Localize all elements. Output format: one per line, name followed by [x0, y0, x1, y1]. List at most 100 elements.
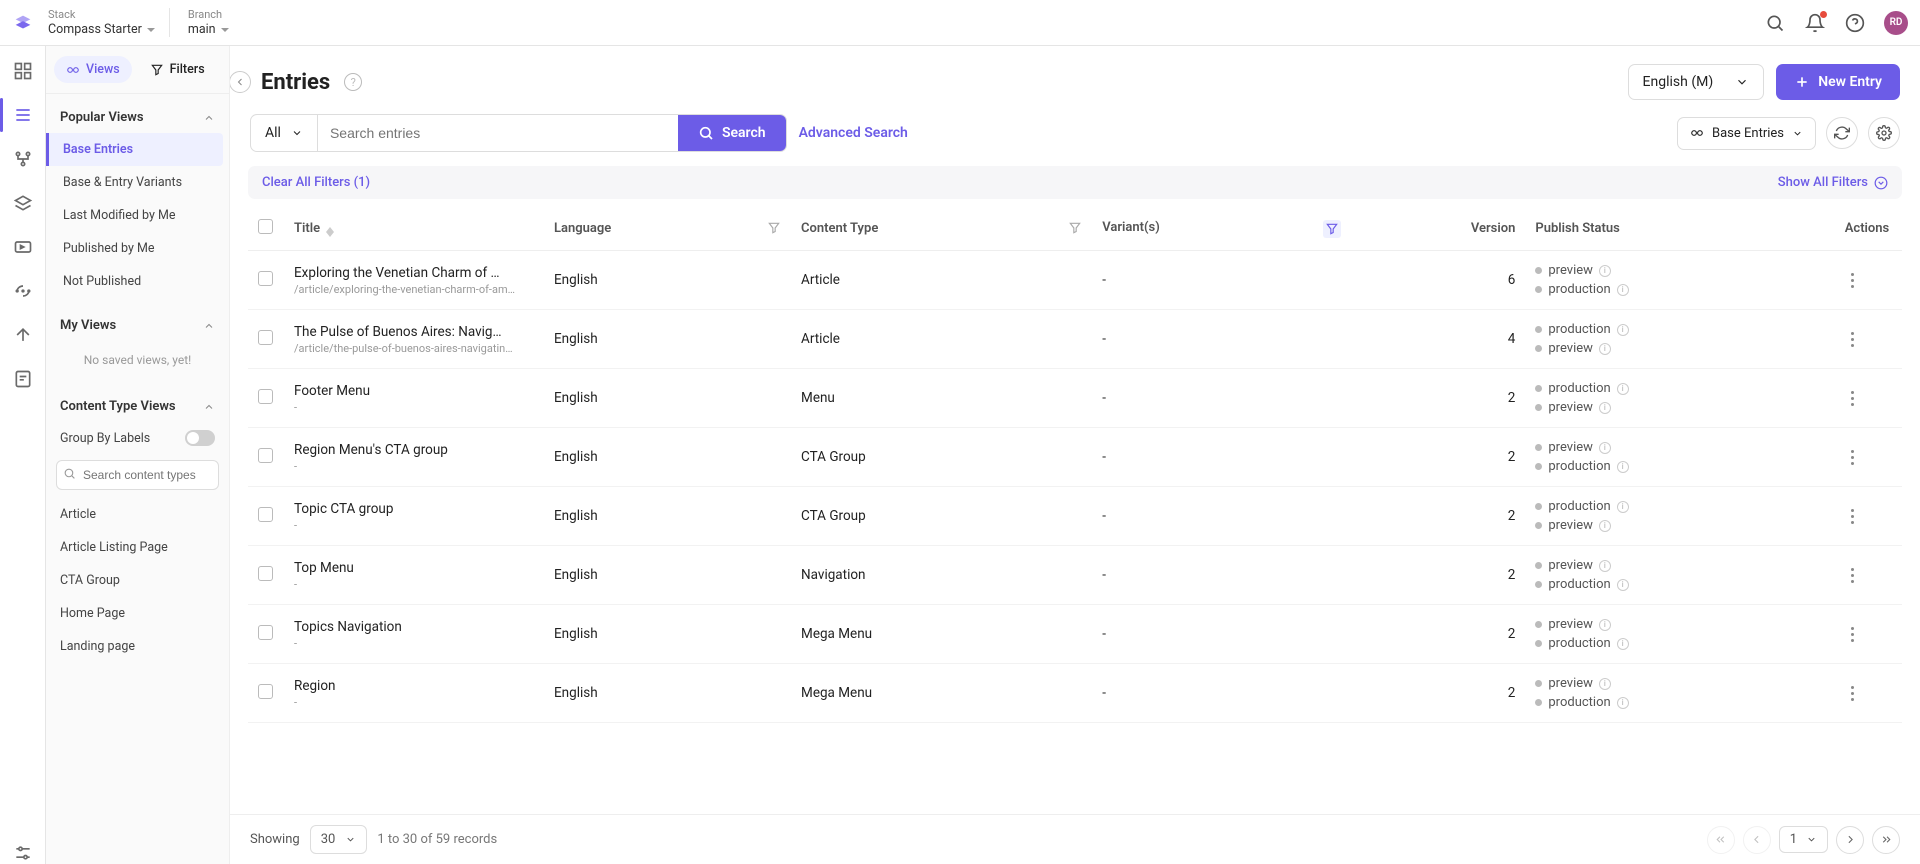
- tab-views[interactable]: Views: [54, 56, 132, 83]
- help-icon[interactable]: [1844, 12, 1866, 34]
- row-actions-menu[interactable]: [1842, 686, 1862, 701]
- row-actions-menu[interactable]: [1842, 568, 1862, 583]
- row-checkbox[interactable]: [258, 507, 273, 522]
- page-number-dropdown[interactable]: 1: [1779, 826, 1828, 853]
- popular-views-header[interactable]: Popular Views: [46, 98, 229, 133]
- row-checkbox[interactable]: [258, 448, 273, 463]
- content-type-views-header[interactable]: Content Type Views: [46, 387, 229, 422]
- info-icon[interactable]: i: [1617, 697, 1629, 709]
- notifications-icon[interactable]: [1804, 12, 1826, 34]
- table-row[interactable]: Exploring the Venetian Charm of …/articl…: [248, 251, 1902, 310]
- next-page-button[interactable]: [1836, 826, 1864, 854]
- show-filters-link[interactable]: Show All Filters: [1778, 175, 1888, 190]
- rail-tasks-icon[interactable]: [12, 368, 34, 390]
- sidebar-item-not-published[interactable]: Not Published: [46, 265, 229, 298]
- col-language[interactable]: Language: [544, 207, 791, 251]
- col-title[interactable]: Title: [284, 207, 544, 251]
- info-icon[interactable]: i: [1617, 383, 1629, 395]
- back-button[interactable]: [230, 71, 251, 93]
- filter-icon[interactable]: [1323, 220, 1341, 238]
- rail-publish-icon[interactable]: [12, 236, 34, 258]
- info-icon[interactable]: i: [1599, 265, 1611, 277]
- rail-settings-icon[interactable]: [12, 842, 34, 864]
- info-icon[interactable]: i: [1617, 324, 1629, 336]
- row-checkbox[interactable]: [258, 389, 273, 404]
- row-actions-menu[interactable]: [1842, 273, 1862, 288]
- filter-icon[interactable]: [1068, 221, 1082, 235]
- settings-button[interactable]: [1868, 117, 1900, 149]
- table-row[interactable]: Top Menu- English Navigation - 2 preview…: [248, 546, 1902, 605]
- per-page-dropdown[interactable]: 30: [310, 825, 368, 854]
- ct-item[interactable]: Landing page: [46, 630, 229, 663]
- row-checkbox[interactable]: [258, 271, 273, 286]
- info-icon[interactable]: i: [1617, 579, 1629, 591]
- sidebar-item-base-variants[interactable]: Base & Entry Variants: [46, 166, 229, 199]
- row-actions-menu[interactable]: [1842, 450, 1862, 465]
- row-checkbox[interactable]: [258, 684, 273, 699]
- info-icon[interactable]: i: [1599, 343, 1611, 355]
- info-icon[interactable]: i: [1599, 442, 1611, 454]
- rail-releases-icon[interactable]: [12, 280, 34, 302]
- row-actions-menu[interactable]: [1842, 391, 1862, 406]
- refresh-button[interactable]: [1826, 117, 1858, 149]
- prev-page-button[interactable]: [1743, 826, 1771, 854]
- search-button[interactable]: Search: [678, 115, 786, 151]
- filter-icon[interactable]: [767, 221, 781, 235]
- stack-selector[interactable]: Stack Compass Starter: [48, 8, 170, 37]
- rail-branches-icon[interactable]: [12, 148, 34, 170]
- row-checkbox[interactable]: [258, 330, 273, 345]
- table-row[interactable]: Footer Menu- English Menu - 2 production…: [248, 369, 1902, 428]
- base-entries-dropdown[interactable]: Base Entries: [1677, 117, 1816, 150]
- rail-assets-icon[interactable]: [12, 192, 34, 214]
- search-input[interactable]: [318, 115, 678, 151]
- ct-item[interactable]: Home Page: [46, 597, 229, 630]
- language-dropdown[interactable]: English (M): [1628, 64, 1765, 100]
- info-icon[interactable]: i: [1599, 402, 1611, 414]
- rail-entries-icon[interactable]: [12, 104, 34, 126]
- ct-item[interactable]: CTA Group: [46, 564, 229, 597]
- info-icon[interactable]: i: [1617, 501, 1629, 513]
- select-all-checkbox[interactable]: [258, 219, 273, 234]
- sidebar-item-last-modified[interactable]: Last Modified by Me: [46, 199, 229, 232]
- my-views-header[interactable]: My Views: [46, 306, 229, 341]
- search-scope-dropdown[interactable]: All: [251, 115, 318, 151]
- table-row[interactable]: Topic CTA group- English CTA Group - 2 p…: [248, 487, 1902, 546]
- info-icon[interactable]: i: [1599, 678, 1611, 690]
- content-type-search-input[interactable]: [56, 460, 219, 490]
- advanced-search-link[interactable]: Advanced Search: [799, 125, 908, 141]
- sidebar-item-published-by-me[interactable]: Published by Me: [46, 232, 229, 265]
- col-content-type[interactable]: Content Type: [791, 207, 1092, 251]
- row-actions-menu[interactable]: [1842, 332, 1862, 347]
- info-icon[interactable]: i: [1617, 284, 1629, 296]
- rail-upload-icon[interactable]: [12, 324, 34, 346]
- table-row[interactable]: Region- English Mega Menu - 2 previewipr…: [248, 664, 1902, 723]
- clear-filters-link[interactable]: Clear All Filters (1): [262, 175, 370, 190]
- table-row[interactable]: Region Menu's CTA group- English CTA Gro…: [248, 428, 1902, 487]
- info-icon[interactable]: i: [1617, 638, 1629, 650]
- col-version[interactable]: Version: [1351, 207, 1526, 251]
- rail-dashboard-icon[interactable]: [12, 60, 34, 82]
- row-checkbox[interactable]: [258, 625, 273, 640]
- info-icon[interactable]: i: [1599, 560, 1611, 572]
- col-publish-status[interactable]: Publish Status: [1525, 207, 1832, 251]
- table-row[interactable]: The Pulse of Buenos Aires: Navig…/articl…: [248, 310, 1902, 369]
- help-icon[interactable]: ?: [344, 73, 362, 91]
- info-icon[interactable]: i: [1599, 520, 1611, 532]
- info-icon[interactable]: i: [1617, 461, 1629, 473]
- new-entry-button[interactable]: New Entry: [1776, 64, 1900, 100]
- col-variants[interactable]: Variant(s): [1092, 207, 1351, 251]
- ct-item[interactable]: Article Listing Page: [46, 531, 229, 564]
- info-icon[interactable]: i: [1599, 619, 1611, 631]
- group-by-toggle[interactable]: [185, 430, 215, 446]
- branch-selector[interactable]: Branch main: [184, 8, 229, 37]
- search-icon[interactable]: [1764, 12, 1786, 34]
- last-page-button[interactable]: [1872, 826, 1900, 854]
- row-actions-menu[interactable]: [1842, 509, 1862, 524]
- row-actions-menu[interactable]: [1842, 627, 1862, 642]
- ct-item[interactable]: Article: [46, 498, 229, 531]
- table-row[interactable]: Topics Navigation- English Mega Menu - 2…: [248, 605, 1902, 664]
- avatar[interactable]: RD: [1884, 11, 1908, 35]
- row-checkbox[interactable]: [258, 566, 273, 581]
- tab-filters[interactable]: Filters: [138, 56, 217, 83]
- first-page-button[interactable]: [1707, 826, 1735, 854]
